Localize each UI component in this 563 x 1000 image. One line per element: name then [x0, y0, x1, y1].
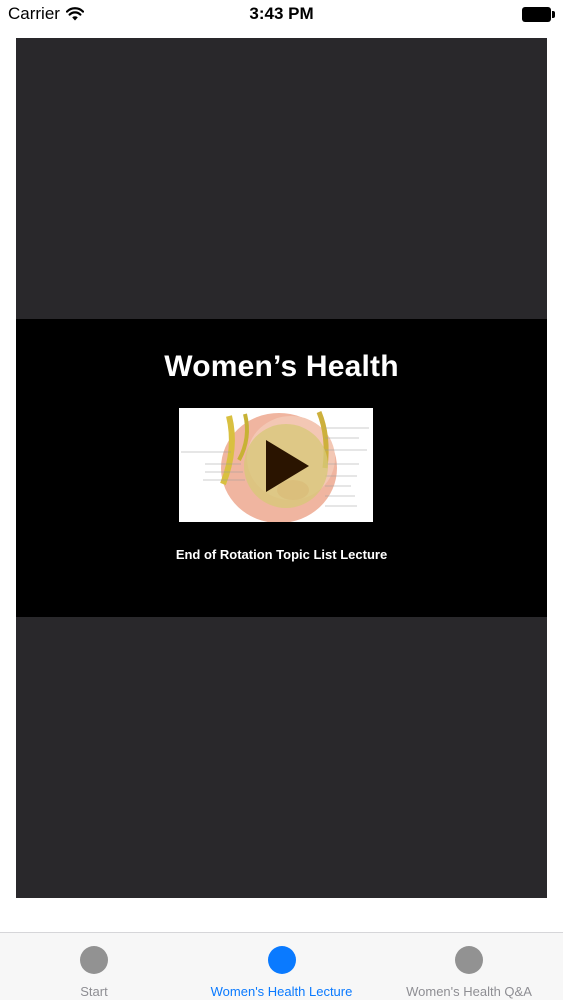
video-thumbnail[interactable]: [179, 408, 373, 522]
tab-start-label: Start: [80, 984, 108, 999]
tab-womens-health-lecture-icon: [267, 946, 296, 974]
tab-womens-health-lecture[interactable]: Women's Health Lecture: [188, 933, 375, 1000]
tab-womens-health-lecture-label: Women's Health Lecture: [210, 984, 353, 999]
status-bar: Carrier 3:43 PM: [0, 0, 563, 30]
tab-bar: Start Women's Health Lecture Women's Hea…: [0, 932, 563, 1000]
video-subtitle: End of Rotation Topic List Lecture: [175, 547, 388, 562]
video-player[interactable]: Women’s Health End of Rotation Topic Lis…: [16, 38, 547, 898]
tab-womens-health-qa-label: Women's Health Q&A: [406, 984, 532, 999]
battery-icon: [522, 7, 555, 22]
status-time: 3:43 PM: [249, 4, 314, 23]
video-frame[interactable]: Women’s Health End of Rotation Topic Lis…: [16, 319, 547, 617]
tab-womens-health-qa[interactable]: Women's Health Q&A: [375, 933, 563, 1000]
tab-start-icon: [80, 946, 108, 974]
app-screen: Carrier 3:43 PM Women’s Health End of Ro…: [0, 0, 563, 1000]
video-title: Women’s Health: [164, 350, 399, 383]
tab-start[interactable]: Start: [0, 933, 188, 1000]
play-icon[interactable]: [244, 424, 328, 508]
tab-womens-health-qa-icon: [455, 946, 483, 974]
